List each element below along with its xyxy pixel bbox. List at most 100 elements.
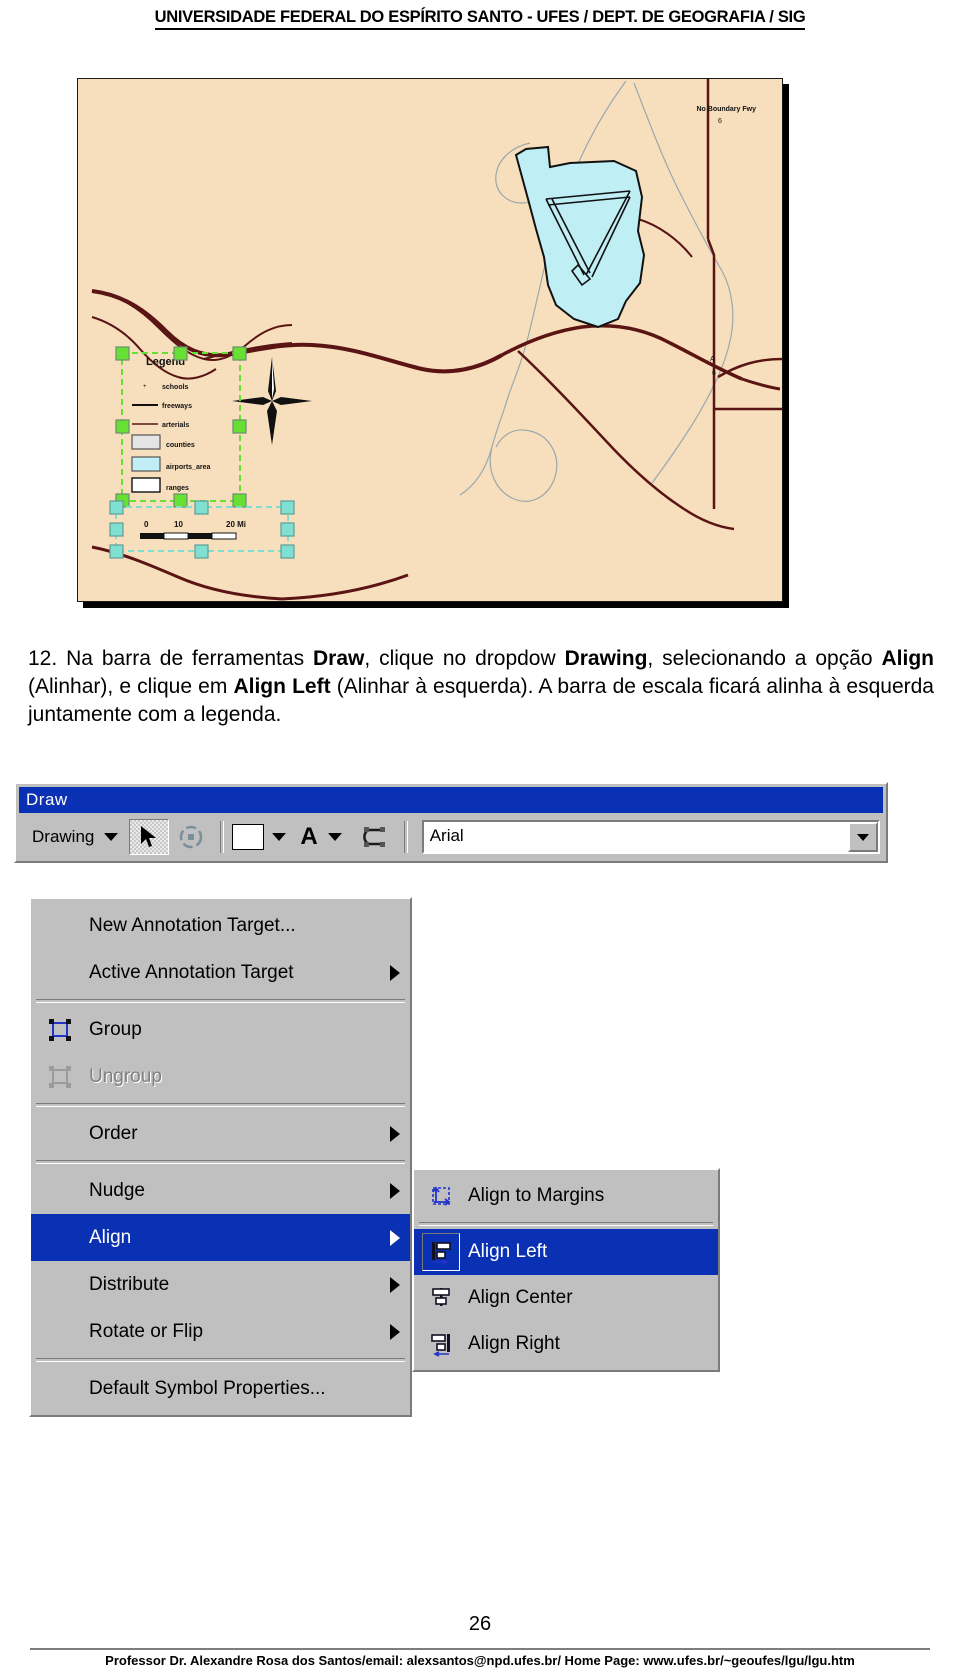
menu-item-label: New Annotation Target...: [89, 914, 296, 936]
menu-item-active-annotation-target[interactable]: Active Annotation Target: [31, 949, 410, 996]
select-arrow-tool-button[interactable]: [129, 819, 170, 855]
menu-item-label: Group: [89, 1018, 142, 1040]
scalebar-ticks: [140, 532, 237, 540]
fill-color-swatch[interactable]: [232, 824, 265, 850]
scalebar-label-20: 20 Mi: [226, 520, 246, 529]
submenu-arrow-icon: [390, 1125, 400, 1142]
text-color-chevron-icon[interactable]: [327, 833, 342, 841]
submenu-arrow-icon: [390, 1323, 400, 1340]
submenu-item-align-right[interactable]: Align Right: [414, 1321, 718, 1367]
map-shadow-right: [783, 84, 789, 608]
institution-title: UNIVERSIDADE FEDERAL DO ESPÍRITO SANTO -…: [154, 8, 806, 30]
draw-toolbar: Drawing A Arial: [16, 813, 886, 861]
menu-item-group[interactable]: Group: [31, 1006, 410, 1053]
submenu-arrow-icon: [390, 1276, 400, 1293]
edit-vertices-icon: [362, 827, 385, 847]
chevron-down-icon[interactable]: [104, 833, 119, 841]
menu-item-distribute[interactable]: Distribute: [31, 1261, 410, 1308]
submenu-arrow-icon: [390, 964, 400, 981]
instruction-segment-6: (Alinhar), e clique em: [28, 674, 234, 698]
submenu-item-align-center[interactable]: Align Center: [414, 1275, 718, 1321]
menu-item-ungroup: Ungroup: [31, 1053, 410, 1100]
menu-item-nudge[interactable]: Nudge: [31, 1167, 410, 1214]
footer-credit: Professor Dr. Alexandre Rosa dos Santos/…: [105, 1653, 855, 1668]
menu-item-label: Distribute: [89, 1273, 170, 1295]
svg-text:freeways: freeways: [162, 403, 192, 410]
menu-item-label: Align to Margins: [468, 1185, 605, 1206]
menu-separator: [36, 1103, 405, 1107]
menu-item-label: Align Right: [468, 1333, 560, 1354]
svg-text:airports_area: airports_area: [166, 464, 210, 471]
menu-separator: [36, 1160, 405, 1164]
instruction-segment-5: Align: [881, 647, 935, 670]
page-header: UNIVERSIDADE FEDERAL DO ESPÍRITO SANTO -…: [0, 0, 960, 30]
menu-separator: [419, 1222, 713, 1226]
font-name-combobox[interactable]: Arial: [421, 820, 880, 854]
chevron-down-icon: [857, 833, 869, 841]
rotate-icon: [180, 825, 203, 849]
map-label-marker: 6: [718, 118, 722, 125]
ungroup-icon: [49, 1065, 71, 1088]
scalebar-label-0: 0: [144, 520, 149, 529]
font-name-dropdown-button[interactable]: [848, 822, 878, 852]
group-icon: [39, 1017, 81, 1043]
font-name-value[interactable]: Arial: [423, 822, 848, 852]
map-background: [78, 79, 782, 601]
align-center-icon: [422, 1279, 460, 1317]
instruction-segment-7: Align Left: [233, 674, 331, 698]
menu-item-label: Active Annotation Target: [89, 961, 294, 983]
map-label-no-boundary: No Boundary Fwy: [696, 106, 756, 113]
menu-item-label: Ungroup: [89, 1065, 162, 1087]
map-figure: No Boundary Fwy 6 A 6 Legend + schools f…: [77, 78, 783, 602]
svg-text:counties: counties: [166, 442, 195, 449]
menu-item-order[interactable]: Order: [31, 1110, 410, 1157]
menu-item-rotate-or-flip[interactable]: Rotate or Flip: [31, 1308, 410, 1355]
svg-text:schools: schools: [162, 384, 189, 391]
menu-backdrop: [412, 897, 720, 1168]
text-color-icon[interactable]: A: [300, 825, 317, 849]
instruction-segment-1: Draw: [312, 647, 365, 670]
menu-item-label: Align Center: [468, 1287, 573, 1308]
align-center-icon: [432, 1288, 450, 1306]
drawing-dropdown-label[interactable]: Drawing: [22, 827, 100, 847]
map-label-marker-3: 6: [712, 370, 716, 377]
instruction-body: Na barra de ferramentas Draw, clique no …: [28, 647, 934, 726]
ungroup-icon: [39, 1064, 81, 1090]
toolbar-separator-1: [220, 821, 225, 853]
align-right-icon: [422, 1325, 460, 1363]
align-right-icon: [431, 1334, 450, 1357]
submenu-item-align-to-margins[interactable]: Align to Margins: [414, 1173, 718, 1219]
svg-text:+: +: [143, 384, 147, 390]
menu-item-align[interactable]: Align: [31, 1214, 410, 1261]
menu-item-default-symbol-properties[interactable]: Default Symbol Properties...: [31, 1365, 410, 1412]
cursor-arrow-icon: [141, 826, 157, 847]
menu-item-label: Align: [89, 1226, 132, 1248]
align-left-icon: [422, 1233, 460, 1271]
scalebar-label-10: 10: [174, 520, 183, 529]
group-icon: [49, 1018, 71, 1041]
draw-toolbar-window: Draw Drawing A Arial: [14, 782, 888, 863]
edit-vertices-button[interactable]: [354, 819, 395, 855]
align-to-margins-icon: [422, 1177, 460, 1215]
menu-item-label: Default Symbol Properties...: [89, 1377, 326, 1399]
svg-text:arterials: arterials: [162, 422, 189, 429]
footer-divider: [30, 1648, 930, 1650]
instruction-segment-2: , clique no dropdow: [364, 647, 565, 670]
instruction-segment-0: Na barra de ferramentas: [66, 647, 313, 670]
instruction-paragraph: 12. Na barra de ferramentas Draw, clique…: [28, 645, 934, 729]
menu-item-new-annotation-target[interactable]: New Annotation Target...: [31, 902, 410, 949]
map-label-marker-2: A: [710, 356, 715, 363]
fill-color-chevron-icon[interactable]: [272, 833, 287, 841]
map-shadow-bottom: [83, 602, 789, 608]
submenu-arrow-icon: [390, 1182, 400, 1199]
align-to-margins-icon: [432, 1186, 451, 1206]
submenu-item-align-left[interactable]: Align Left: [414, 1229, 718, 1275]
rotate-tool-button[interactable]: [171, 819, 212, 855]
submenu-arrow-icon: [390, 1229, 400, 1246]
map-canvas: No Boundary Fwy 6 A 6 Legend + schools f…: [78, 79, 782, 601]
draw-titlebar[interactable]: Draw: [19, 787, 883, 813]
align-submenu: Align to Margins Align Left Align Center Al…: [412, 1168, 720, 1372]
menu-separator: [36, 999, 405, 1003]
instruction-segment-3: Drawing: [564, 647, 648, 670]
menu-item-label: Align Left: [468, 1241, 548, 1262]
